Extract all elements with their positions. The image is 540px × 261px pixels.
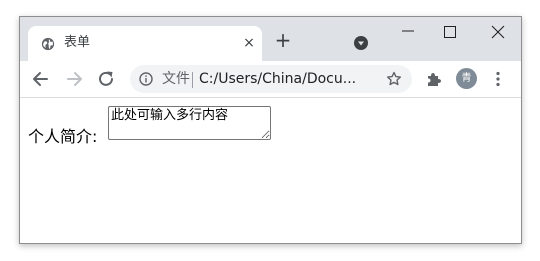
browser-window: 表单 × + 文件 C:/Users/China/Docu... 青 个人简介:… xyxy=(19,16,522,244)
address-bar[interactable]: 文件 C:/Users/China/Docu... xyxy=(130,65,412,93)
minimize-icon[interactable] xyxy=(400,23,416,39)
browser-toolbar: 文件 C:/Users/China/Docu... 青 xyxy=(20,61,521,98)
arrow-right-icon[interactable] xyxy=(63,68,85,90)
globe-icon xyxy=(41,37,55,51)
page-content: 个人简介: 此处可输入多行内容 xyxy=(20,98,521,243)
kebab-menu-icon[interactable] xyxy=(495,71,501,87)
star-icon[interactable] xyxy=(386,71,402,87)
chip-separator xyxy=(192,72,193,88)
tab-strip: 表单 × + xyxy=(20,17,521,61)
arrow-left-icon[interactable] xyxy=(30,68,52,90)
info-icon[interactable] xyxy=(139,72,153,86)
tab-search-icon[interactable] xyxy=(354,36,368,50)
tab-close-button[interactable]: × xyxy=(240,34,258,52)
profile-avatar[interactable]: 青 xyxy=(456,68,477,89)
security-chip-label: 文件 xyxy=(162,71,190,87)
tab-title: 表单 xyxy=(64,35,91,50)
close-icon[interactable] xyxy=(490,24,506,40)
intro-textarea[interactable]: 此处可输入多行内容 xyxy=(108,106,271,140)
url-text[interactable]: C:/Users/China/Docu... xyxy=(199,71,356,87)
tab-form[interactable]: 表单 × xyxy=(28,26,262,61)
intro-label: 个人简介: xyxy=(28,127,98,146)
new-tab-button[interactable]: + xyxy=(272,30,294,52)
maximize-icon[interactable] xyxy=(444,26,456,38)
reload-icon[interactable] xyxy=(95,68,117,90)
puzzle-icon[interactable] xyxy=(426,71,442,87)
